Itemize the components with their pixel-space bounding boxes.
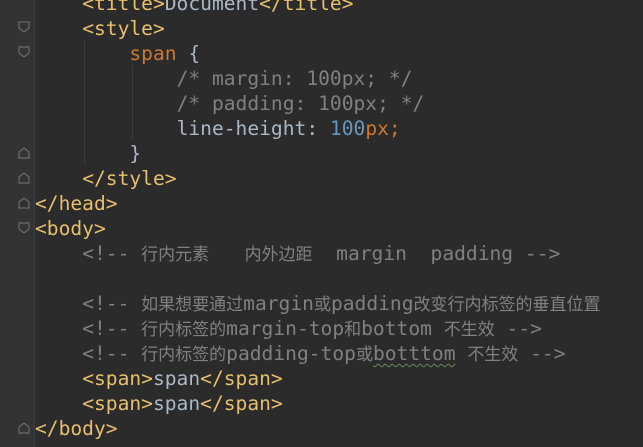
comment-token: <!-- <box>82 292 130 315</box>
code-line: <span>span</span> <box>35 391 643 416</box>
number-token: 100 <box>329 117 366 140</box>
comment-token: 行内标签的 <box>141 345 227 365</box>
code-line: /* padding: 100px; */ <box>35 91 643 116</box>
tag-token: <title> <box>82 0 165 15</box>
fold-marker-icon[interactable] <box>18 21 30 33</box>
comment-token: 内外边距 <box>244 245 313 265</box>
code-line: <span>span</span> <box>35 366 643 391</box>
tag-token: </span> <box>200 367 283 390</box>
comment-token: 改变行内标签的垂直位置 <box>413 295 601 315</box>
fold-marker-icon[interactable] <box>18 172 30 184</box>
typo-highlight[interactable]: botttom <box>373 342 456 365</box>
comment-token: 行内标签的 <box>141 320 227 340</box>
fold-marker-icon[interactable] <box>18 222 30 234</box>
tag-token: </body> <box>35 417 118 440</box>
code-line: </body> <box>35 416 643 441</box>
fold-marker-icon[interactable] <box>18 46 30 58</box>
comment-token: margin <box>243 292 314 315</box>
text-token: span <box>152 392 201 415</box>
comment-token: --> <box>530 342 566 365</box>
tag-token: </style> <box>82 167 177 190</box>
comment-token: 或 <box>313 295 331 315</box>
code-editor[interactable]: <title>Document</title> <style> span { /… <box>0 0 643 447</box>
code-line: <!-- 如果想要通过margin或padding改变行内标签的垂直位置 <box>35 291 643 316</box>
comment-token: margin padding --> <box>336 242 561 265</box>
comment-token: <!-- <box>82 342 130 365</box>
code-line: /* margin: 100px; */ <box>35 66 643 91</box>
code-line: span { <box>35 41 643 66</box>
comment-token: 不生效 <box>467 345 519 365</box>
code-line: <!-- 行内元素 内外边距 margin padding --> <box>35 241 643 266</box>
comment-token: margin-top <box>226 317 345 340</box>
fold-marker-icon[interactable] <box>18 422 30 434</box>
comment-token: padding <box>330 292 414 315</box>
text-token: Document <box>164 0 260 15</box>
selector-token: span <box>129 42 177 65</box>
code-line: <title>Document</title> <box>35 0 643 16</box>
comment-token: 或 <box>355 345 373 365</box>
property-token: line-height: <box>176 117 319 140</box>
comment-token: bottom <box>361 317 432 340</box>
fold-marker-icon[interactable] <box>18 197 30 209</box>
code-line: <!-- 行内标签的margin-top和bottom 不生效 --> <box>35 316 643 341</box>
code-line: </style> <box>35 166 643 191</box>
tag-token: </head> <box>35 192 118 215</box>
comment-token: padding-top <box>226 342 356 365</box>
comment-token: <!-- <box>82 242 130 265</box>
comment-token: 不生效 <box>443 320 495 340</box>
code-line: <body> <box>35 216 643 241</box>
code-line: line-height: 100px; <box>35 116 643 141</box>
code-line: </head> <box>35 191 643 216</box>
fold-marker-icon[interactable] <box>18 147 30 159</box>
tag-token: </span> <box>200 392 283 415</box>
semicolon-token: ; <box>388 117 401 140</box>
tag-token: <span> <box>82 392 153 415</box>
tag-token: </title> <box>259 0 354 15</box>
code-line: <style> <box>35 16 643 41</box>
comment-token: --> <box>506 317 542 340</box>
brace-token: { <box>188 42 201 65</box>
comment-token: 如果想要通过 <box>141 295 244 315</box>
tag-token: <body> <box>35 217 106 240</box>
comment-token: <!-- <box>82 317 130 340</box>
tag-token: <style> <box>82 17 165 40</box>
code-line: } <box>35 141 643 166</box>
comment-token: /* margin: 100px; */ <box>176 67 413 90</box>
text-token: span <box>152 367 201 390</box>
unit-token: px <box>365 117 389 140</box>
brace-token: } <box>129 142 142 165</box>
tag-token: <span> <box>82 367 153 390</box>
code-line: <!-- 行内标签的padding-top或botttom 不生效 --> <box>35 341 643 366</box>
comment-token: 和 <box>344 320 362 340</box>
comment-token: /* padding: 100px; */ <box>176 92 425 115</box>
comment-token: 行内元素 <box>141 245 210 265</box>
